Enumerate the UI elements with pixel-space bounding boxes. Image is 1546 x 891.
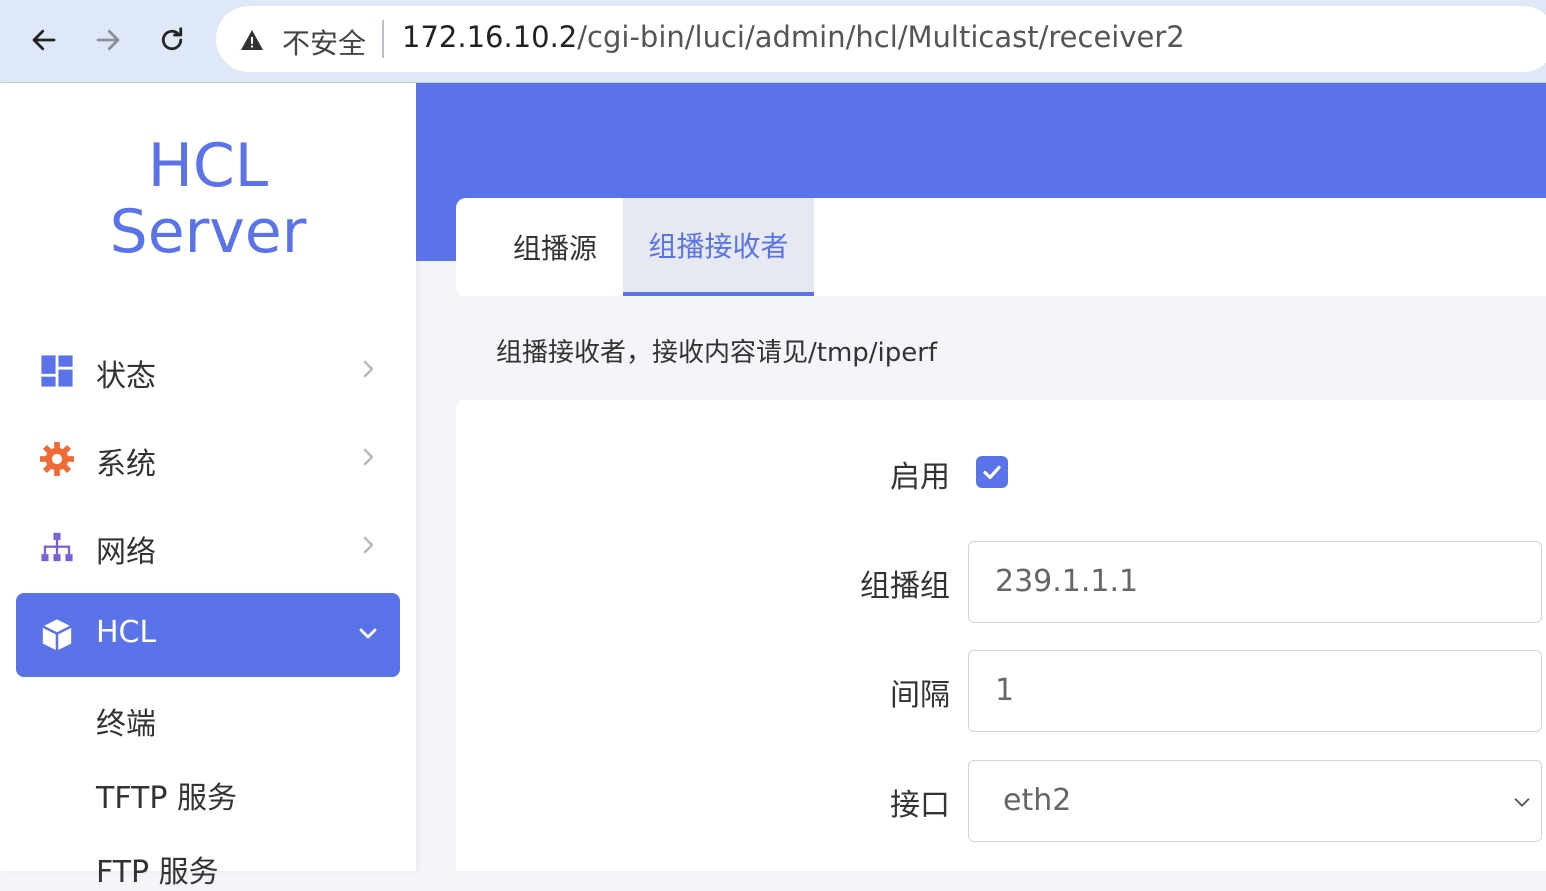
check-icon (983, 465, 1001, 480)
sidebar-subitem-terminal[interactable]: 终端 (96, 699, 156, 743)
sidebar-item-hcl[interactable]: HCL (16, 593, 400, 677)
dashboard-icon (41, 355, 73, 387)
group-value: 239.1.1.1 (995, 564, 1139, 599)
arrow-left-icon (32, 29, 56, 51)
chevron-down-icon (359, 628, 377, 639)
chevron-right-icon (363, 536, 374, 554)
sidebar-item-status[interactable]: 状态 (16, 329, 400, 413)
enable-checkbox[interactable] (976, 456, 1008, 488)
arrow-right-icon (96, 29, 120, 51)
logo-line1: HCL (147, 131, 269, 201)
interval-value: 1 (995, 673, 1015, 708)
forward-button[interactable] (86, 18, 130, 62)
interval-input[interactable]: 1 (968, 650, 1542, 732)
tab-multicast-source[interactable]: 组播源 (480, 198, 630, 296)
browser-toolbar: 不安全 172.16.10.2/cgi-bin/luci/admin/hcl/M… (0, 0, 1546, 83)
sidebar-subitem-tftp[interactable]: TFTP 服务 (96, 773, 237, 817)
interface-label: 接口 (890, 788, 950, 823)
sidebar-item-label: 状态 (96, 359, 156, 394)
network-icon (41, 532, 73, 562)
group-input[interactable]: 239.1.1.1 (968, 541, 1542, 623)
group-label: 组播组 (860, 569, 950, 604)
sidebar-item-label: 系统 (96, 447, 156, 482)
chevron-down-icon (1514, 798, 1530, 807)
sidebar-subitem-ftp[interactable]: FTP 服务 (96, 847, 219, 891)
logo[interactable]: HCL Server (0, 133, 416, 265)
warning-icon (241, 30, 263, 50)
sidebar-item-network[interactable]: 网络 (16, 505, 400, 589)
gear-icon (40, 442, 74, 476)
page-description: 组播接收者，接收内容请见/tmp/iperf (496, 338, 938, 368)
chevron-right-icon (363, 360, 374, 378)
address-bar[interactable]: 不安全 172.16.10.2/cgi-bin/luci/admin/hcl/M… (216, 6, 1546, 72)
security-label[interactable]: 不安全 (282, 22, 366, 62)
url-host: 172.16.10.2 (402, 20, 578, 54)
tab-bar: 组播源 组播接收者 (456, 198, 1546, 296)
sidebar-item-label: HCL (96, 615, 157, 650)
sidebar: HCL Server 状态 系统 网络 HCL 终端 TFTP 服务 FTP 服… (0, 83, 416, 890)
tab-multicast-receiver[interactable]: 组播接收者 (623, 198, 814, 296)
back-button[interactable] (22, 18, 66, 62)
url-text[interactable]: 172.16.10.2/cgi-bin/luci/admin/hcl/Multi… (402, 20, 1185, 54)
reload-icon (161, 27, 183, 51)
interval-label: 间隔 (890, 678, 950, 713)
reload-button[interactable] (150, 18, 194, 62)
address-divider (382, 20, 384, 58)
interface-value: eth2 (1003, 783, 1072, 818)
sidebar-item-label: 网络 (96, 535, 156, 570)
interface-select[interactable]: eth2 (968, 760, 1542, 842)
url-path: /cgi-bin/luci/admin/hcl/Multicast/receiv… (577, 20, 1185, 54)
cube-icon (42, 619, 72, 651)
chevron-right-icon (363, 448, 374, 466)
sidebar-item-system[interactable]: 系统 (16, 417, 400, 501)
enable-label: 启用 (890, 460, 950, 495)
logo-line2: Server (109, 197, 307, 267)
